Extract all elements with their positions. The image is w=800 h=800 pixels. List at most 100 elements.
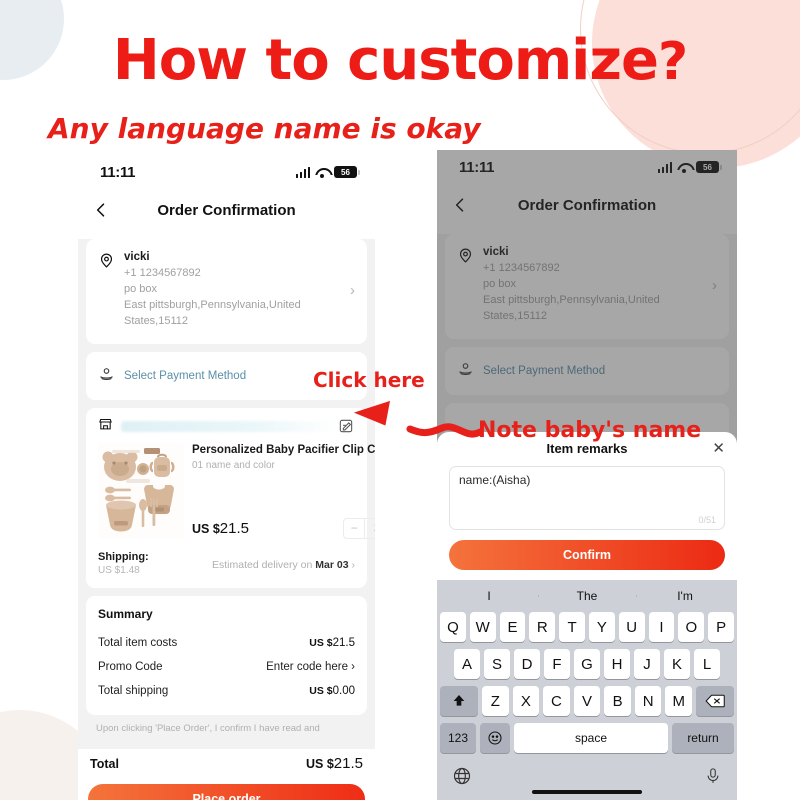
remarks-input[interactable]: name:(Aisha) 0/51 bbox=[449, 466, 725, 530]
product-row[interactable]: Personalized Baby Pacifier Clip Custo… 0… bbox=[86, 441, 375, 547]
summary-row-label: Total shipping bbox=[98, 684, 169, 697]
order-scroll-area: vicki +1 1234567892 po box East pittsbur… bbox=[78, 239, 375, 750]
key-n[interactable]: N bbox=[634, 686, 662, 716]
summary-row-item-costs: Total item costs US $21.5 bbox=[98, 631, 355, 655]
key-v[interactable]: V bbox=[573, 686, 601, 716]
address-line1: po box bbox=[483, 277, 517, 290]
key-s[interactable]: S bbox=[484, 649, 510, 679]
summary-row-currency: US $ bbox=[309, 684, 333, 697]
key-i[interactable]: I bbox=[648, 612, 675, 642]
address-line2: East pittsburgh,Pennsylvania,United bbox=[124, 298, 301, 311]
address-phone: +1 1234567892 bbox=[483, 262, 560, 274]
suggestion-0[interactable]: I bbox=[440, 589, 538, 603]
key-u[interactable]: U bbox=[618, 612, 645, 642]
key-k[interactable]: K bbox=[664, 649, 690, 679]
key-a[interactable]: A bbox=[454, 649, 480, 679]
close-x-icon[interactable]: ✕ bbox=[712, 439, 725, 457]
phone-screen-left: 11:11 56 Order Confirmation vicki +1 123… bbox=[78, 155, 375, 800]
address-line3: States,15112 bbox=[124, 314, 189, 327]
key-z[interactable]: Z bbox=[481, 686, 509, 716]
quantity-value[interactable]: 1 bbox=[364, 518, 375, 538]
globe-icon[interactable] bbox=[452, 766, 472, 791]
shipping-label: Shipping: bbox=[98, 550, 149, 563]
store-icon bbox=[98, 417, 113, 437]
key-c[interactable]: C bbox=[543, 686, 570, 716]
home-indicator bbox=[532, 790, 642, 794]
suggestion-1[interactable]: The bbox=[538, 589, 636, 603]
product-price-currency: US $ bbox=[192, 521, 220, 536]
suggestion-2[interactable]: I'm bbox=[636, 589, 734, 603]
annotation-note-baby-name: Note baby's name bbox=[478, 418, 702, 443]
keyboard-row-4: 123 space return bbox=[440, 723, 734, 753]
summary-row-promo-code[interactable]: Promo Code Enter code here › bbox=[98, 655, 355, 679]
remarks-char-counter: 0/51 bbox=[698, 515, 716, 525]
shipping-row[interactable]: Shipping: US $1.48 Estimated delivery on… bbox=[86, 547, 367, 588]
baby-feeding-set-image bbox=[98, 442, 184, 539]
phone-screen-right: 11:11 56 Order Confirmation vicki +1 123… bbox=[437, 150, 737, 800]
summary-row-value: US $21.5 bbox=[309, 637, 355, 649]
summary-row-amount: 0.00 bbox=[332, 684, 355, 697]
space-key[interactable]: space bbox=[514, 723, 668, 753]
key-e[interactable]: E bbox=[499, 612, 526, 642]
key-y[interactable]: Y bbox=[589, 612, 615, 642]
store-row[interactable] bbox=[86, 408, 367, 441]
key-g[interactable]: G bbox=[574, 649, 600, 679]
product-price-value: 21.5 bbox=[219, 519, 249, 537]
key-x[interactable]: X bbox=[512, 686, 540, 716]
payment-method-card: Select Payment Method bbox=[445, 346, 729, 395]
battery-icon: 56 bbox=[696, 161, 722, 173]
backspace-icon[interactable] bbox=[696, 686, 735, 716]
address-card: vicki +1 1234567892 po box East pittsbur… bbox=[445, 234, 729, 339]
address-card[interactable]: vicki +1 1234567892 po box East pittsbur… bbox=[86, 239, 367, 344]
address-line3: States,15112 bbox=[483, 309, 548, 322]
summary-row-label: Total item costs bbox=[98, 636, 178, 649]
key-m[interactable]: M bbox=[665, 686, 693, 716]
microphone-icon[interactable] bbox=[704, 766, 722, 791]
key-b[interactable]: B bbox=[604, 686, 631, 716]
curved-arrow-icon bbox=[352, 392, 484, 447]
keyboard-suggestion-bar: I The I'm bbox=[440, 580, 734, 612]
emoji-smiley-icon[interactable] bbox=[480, 723, 510, 753]
summary-row-value: US $0.00 bbox=[309, 685, 355, 697]
key-o[interactable]: O bbox=[678, 612, 705, 642]
delivery-estimate-prefix: Estimated delivery on bbox=[211, 558, 313, 571]
key-j[interactable]: J bbox=[634, 649, 660, 679]
total-currency: US $ bbox=[306, 757, 334, 772]
battery-icon: 56 bbox=[334, 166, 360, 178]
promo-code-value[interactable]: Enter code here › bbox=[266, 661, 355, 673]
key-f[interactable]: F bbox=[544, 649, 570, 679]
return-key[interactable]: return bbox=[672, 723, 734, 753]
key-r[interactable]: R bbox=[529, 612, 556, 642]
page-title-question-mark: ? bbox=[657, 32, 688, 92]
key-h[interactable]: H bbox=[604, 649, 630, 679]
quantity-stepper[interactable]: − 1 + bbox=[343, 517, 375, 539]
address-line2: East pittsburgh,Pennsylvania,United bbox=[483, 293, 660, 306]
signal-bars-icon bbox=[295, 166, 310, 178]
nav-bar-right: Order Confirmation bbox=[437, 184, 737, 226]
key-t[interactable]: T bbox=[559, 612, 585, 642]
confirm-button[interactable]: Confirm bbox=[449, 540, 725, 570]
key-p[interactable]: P bbox=[708, 612, 734, 642]
quantity-minus-button[interactable]: − bbox=[344, 519, 364, 538]
total-amount: US $21.5 bbox=[306, 755, 363, 772]
key-q[interactable]: Q bbox=[440, 612, 466, 642]
address-line1: po box bbox=[124, 282, 158, 295]
total-label: Total bbox=[90, 756, 119, 771]
key-l[interactable]: L bbox=[694, 649, 720, 679]
back-arrow-icon[interactable] bbox=[447, 192, 473, 218]
location-pin-icon bbox=[457, 246, 477, 269]
address-name: vicki bbox=[124, 251, 150, 263]
chevron-right-icon: › bbox=[712, 276, 717, 294]
shift-arrow-icon[interactable] bbox=[439, 686, 478, 716]
status-bar-right: 11:11 56 bbox=[437, 150, 737, 184]
back-arrow-icon[interactable] bbox=[88, 197, 114, 223]
chevron-right-icon: › bbox=[351, 558, 356, 571]
summary-card: Summary Total item costs US $21.5 Promo … bbox=[86, 595, 367, 715]
key-w[interactable]: W bbox=[469, 612, 496, 642]
product-variant: 01 name and color bbox=[192, 460, 275, 472]
numbers-key[interactable]: 123 bbox=[440, 723, 476, 753]
delivery-estimate-date: Mar 03 bbox=[315, 558, 349, 571]
key-d[interactable]: D bbox=[514, 649, 540, 679]
store-name bbox=[121, 421, 338, 433]
place-order-button[interactable]: Place order bbox=[88, 784, 365, 800]
